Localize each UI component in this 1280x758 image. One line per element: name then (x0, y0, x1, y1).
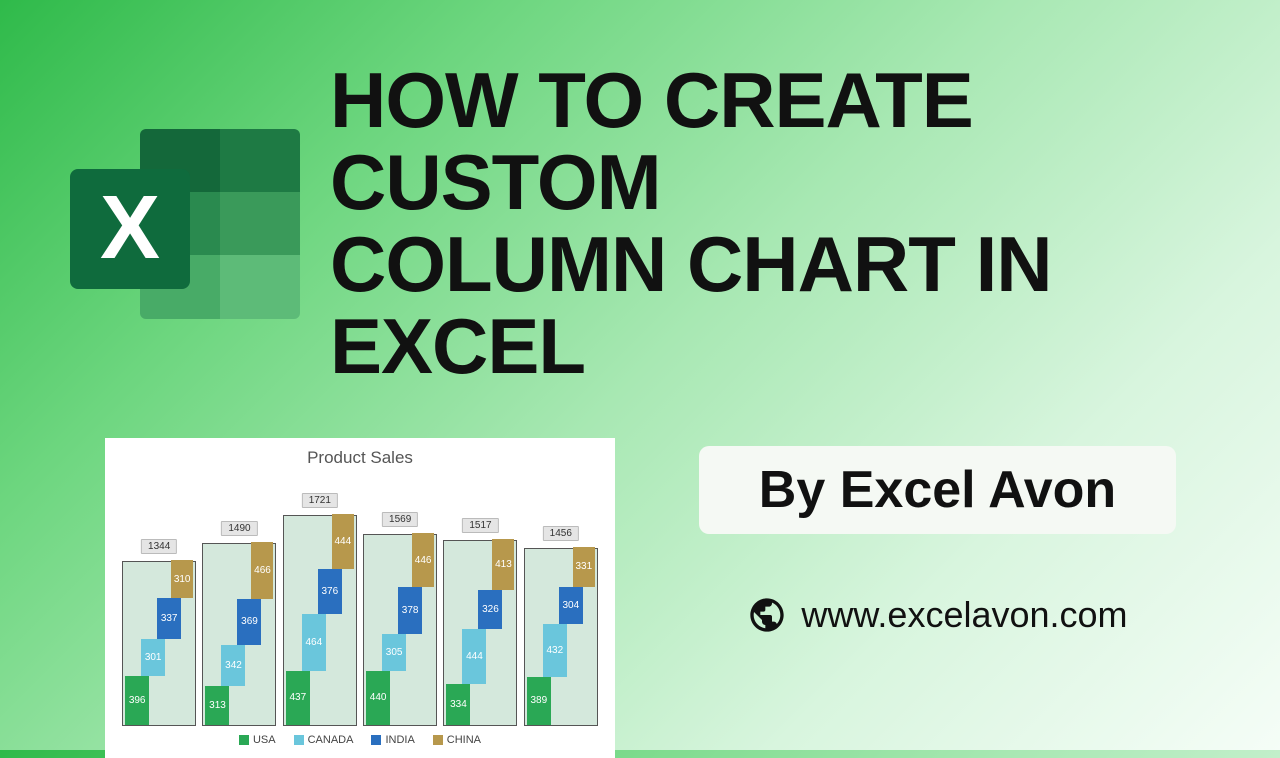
total-label: 1721 (302, 493, 338, 508)
segment-canada: 464 (302, 614, 326, 671)
total-label: 1569 (382, 512, 418, 527)
chart-column: 1569440305378446 (363, 534, 437, 726)
segment-canada: 444 (462, 629, 486, 683)
legend-label: INDIA (385, 734, 414, 746)
byline-badge: By Excel Avon (699, 446, 1176, 534)
chart-legend: USA CANADA INDIA CHINA (115, 726, 605, 746)
column-outline: 437464376444 (283, 515, 357, 725)
segment-usa: 437 (286, 671, 310, 724)
excel-x-icon: X (70, 169, 190, 289)
chart-panel: Product Sales 13443963013373101490313342… (105, 438, 615, 758)
segment-china: 466 (251, 542, 273, 599)
segment-china: 444 (332, 514, 354, 568)
globe-icon (747, 595, 787, 635)
segment-china: 413 (492, 539, 514, 589)
legend-swatch (371, 735, 381, 745)
segment-india: 337 (157, 598, 181, 639)
segment-canada: 301 (141, 639, 165, 676)
total-label: 1344 (141, 539, 177, 554)
legend-item: USA (239, 734, 276, 746)
segment-usa: 313 (205, 686, 229, 724)
segment-canada: 305 (382, 634, 406, 671)
chart-column: 1721437464376444 (283, 515, 357, 725)
segment-usa: 389 (527, 677, 551, 725)
total-label: 1490 (221, 521, 257, 536)
legend-swatch (239, 735, 249, 745)
segment-canada: 342 (221, 645, 245, 687)
chart-column: 1517334444326413 (443, 540, 517, 725)
total-label: 1517 (462, 518, 498, 533)
legend-label: CHINA (447, 734, 481, 746)
legend-label: CANADA (308, 734, 354, 746)
segment-india: 376 (318, 569, 342, 615)
segment-india: 369 (237, 599, 261, 644)
chart-area: 1344396301337310149031334236946617214374… (115, 476, 605, 726)
legend-item: INDIA (371, 734, 414, 746)
segment-usa: 334 (446, 684, 470, 725)
chart-title: Product Sales (115, 444, 605, 476)
legend-item: CANADA (294, 734, 354, 746)
segment-canada: 432 (543, 624, 567, 677)
segment-india: 326 (478, 590, 502, 630)
legend-swatch (294, 735, 304, 745)
legend-label: USA (253, 734, 276, 746)
segment-usa: 396 (125, 676, 149, 724)
title-line-2: COLUMN CHART IN EXCEL (330, 224, 1240, 388)
segment-china: 446 (412, 533, 434, 588)
legend-swatch (433, 735, 443, 745)
segment-india: 304 (559, 587, 583, 624)
column-outline: 440305378446 (363, 534, 437, 726)
chart-column: 1456389432304331 (524, 548, 598, 726)
column-outline: 334444326413 (443, 540, 517, 725)
title-line-1: HOW TO CREATE CUSTOM (330, 60, 1240, 224)
segment-india: 378 (398, 587, 422, 633)
website-url: www.excelavon.com (747, 594, 1127, 636)
total-label: 1456 (543, 526, 579, 541)
column-outline: 389432304331 (524, 548, 598, 726)
column-outline: 313342369466 (202, 543, 276, 725)
chart-column: 1490313342369466 (202, 543, 276, 725)
excel-logo: X (70, 119, 300, 329)
segment-china: 331 (573, 547, 595, 587)
segment-usa: 440 (366, 671, 390, 725)
legend-item: CHINA (433, 734, 481, 746)
segment-china: 310 (171, 560, 193, 598)
url-text: www.excelavon.com (801, 594, 1127, 636)
column-outline: 396301337310 (122, 561, 196, 725)
chart-column: 1344396301337310 (122, 561, 196, 725)
page-title: HOW TO CREATE CUSTOM COLUMN CHART IN EXC… (330, 60, 1240, 388)
